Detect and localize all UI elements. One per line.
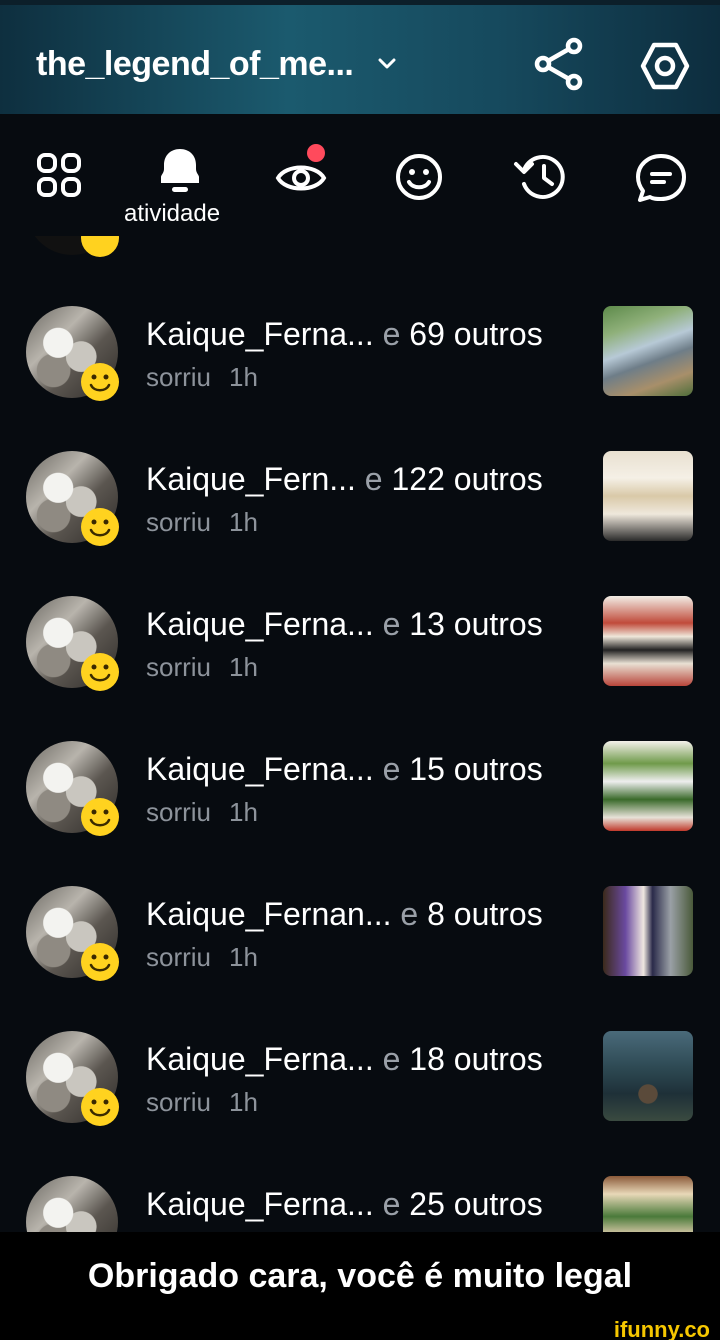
tab-active-label: atividade (124, 200, 221, 227)
grid-icon[interactable] (36, 152, 84, 205)
list-item[interactable]: Kaique_Ferna... e 69 outros sorriu 1h (0, 296, 720, 441)
connector: e (382, 1186, 401, 1222)
smiley-badge-icon (80, 797, 120, 837)
others-count: 122 outros (391, 461, 543, 497)
actor-name: Kaique_Ferna... (146, 316, 374, 352)
timestamp: 1h (229, 1087, 258, 1117)
actor-name: Kaique_Ferna... (146, 1041, 374, 1077)
top-header: the_legend_of_me... (0, 0, 720, 114)
others-count: 8 outros (427, 896, 543, 932)
connector: e (382, 751, 401, 787)
actor-line: Kaique_Ferna... e 13 outros (146, 606, 543, 643)
smiley-badge-icon (80, 236, 120, 258)
actor-name: Kaique_Ferna... (146, 606, 374, 642)
actor-name: Kaique_Ferna... (146, 751, 374, 787)
smiley-badge-icon (80, 942, 120, 982)
others-count: 15 outros (409, 751, 543, 787)
post-thumbnail[interactable] (603, 741, 693, 831)
post-thumbnail[interactable] (603, 886, 693, 976)
connector: e (382, 316, 401, 352)
action-text: sorriu (146, 507, 212, 537)
timestamp: 1h (229, 507, 258, 537)
timestamp: 1h (229, 942, 258, 972)
avatar (26, 1176, 118, 1232)
account-title: the_legend_of_me... (36, 45, 354, 83)
share-icon[interactable] (534, 37, 584, 96)
action-text: sorriu (146, 797, 212, 827)
tab-bar (0, 114, 720, 238)
actor-name: Kaique_Fern... (146, 461, 356, 497)
actor-name: Kaique_Fernan... (146, 896, 392, 932)
smiley-badge-icon (80, 652, 120, 692)
smiley-badge-icon (80, 362, 120, 402)
footer-bar: ifunny.co (0, 1317, 720, 1340)
history-icon[interactable] (512, 150, 568, 209)
list-item[interactable]: Kaique_Ferna... e 15 outros sorriu 1h (0, 731, 720, 876)
actor-line: Kaique_Ferna... e 18 outros (146, 1041, 543, 1078)
action-text: sorriu (146, 1087, 212, 1117)
actor-line: Kaique_Ferna... e 15 outros (146, 751, 543, 788)
actor-line: Kaique_Fernan... e 8 outros (146, 896, 543, 933)
action-line: sorriu 1h (146, 507, 258, 538)
notification-dot (307, 144, 325, 162)
screen: the_legend_of_me... atividade Kaique_Fer… (0, 0, 720, 1340)
ifunny-watermark: ifunny.co (613, 1317, 710, 1340)
list-item[interactable]: Kaique_Fernan... e 8 outros sorriu 1h (0, 876, 720, 1021)
actor-line: Kaique_Ferna... e 69 outros (146, 316, 543, 353)
action-text: sorriu (146, 942, 212, 972)
post-thumbnail[interactable] (603, 451, 693, 541)
others-count: 25 outros (409, 1186, 543, 1222)
list-item[interactable]: Kaique_Ferna... e 25 outros (0, 1166, 720, 1232)
others-count: 69 outros (409, 316, 543, 352)
others-count: 13 outros (409, 606, 543, 642)
smiley-badge-icon (80, 507, 120, 547)
caption-text: Obrigado cara, você é muito legal (87, 1256, 633, 1295)
list-item-partial-top (0, 236, 720, 263)
timestamp: 1h (229, 797, 258, 827)
connector: e (382, 606, 401, 642)
settings-icon[interactable] (640, 41, 690, 96)
action-text: sorriu (146, 362, 212, 392)
smiley-badge-icon (80, 1087, 120, 1127)
account-switcher[interactable]: the_legend_of_me... (36, 45, 397, 84)
post-thumbnail[interactable] (603, 596, 693, 686)
post-thumbnail[interactable] (603, 1031, 693, 1121)
list-item[interactable]: Kaique_Ferna... e 13 outros sorriu 1h (0, 586, 720, 731)
smiley-icon[interactable] (394, 152, 444, 207)
action-line: sorriu 1h (146, 1087, 258, 1118)
post-thumbnail[interactable] (603, 1176, 693, 1232)
actor-line: Kaique_Ferna... e 25 outros (146, 1186, 543, 1223)
others-count: 18 outros (409, 1041, 543, 1077)
chevron-down-icon (377, 57, 397, 76)
connector: e (400, 896, 419, 932)
post-thumbnail[interactable] (603, 306, 693, 396)
list-item[interactable]: Kaique_Ferna... e 18 outros sorriu 1h (0, 1021, 720, 1166)
activity-list: Kaique_Ferna... e 69 outros sorriu 1h Kai… (0, 236, 720, 1232)
connector: e (382, 1041, 401, 1077)
timestamp: 1h (229, 362, 258, 392)
connector: e (364, 461, 383, 497)
action-line: sorriu 1h (146, 362, 258, 393)
action-line: sorriu 1h (146, 942, 258, 973)
action-line: sorriu 1h (146, 652, 258, 683)
action-line: sorriu 1h (146, 797, 258, 828)
actor-name: Kaique_Ferna... (146, 1186, 374, 1222)
meme-caption: Obrigado cara, você é muito legal (0, 1232, 720, 1320)
timestamp: 1h (229, 652, 258, 682)
actor-line: Kaique_Fern... e 122 outros (146, 461, 543, 498)
list-item[interactable]: Kaique_Fern... e 122 outros sorriu 1h (0, 441, 720, 586)
action-text: sorriu (146, 652, 212, 682)
chat-icon[interactable] (634, 152, 688, 209)
bell-icon[interactable] (155, 145, 205, 202)
